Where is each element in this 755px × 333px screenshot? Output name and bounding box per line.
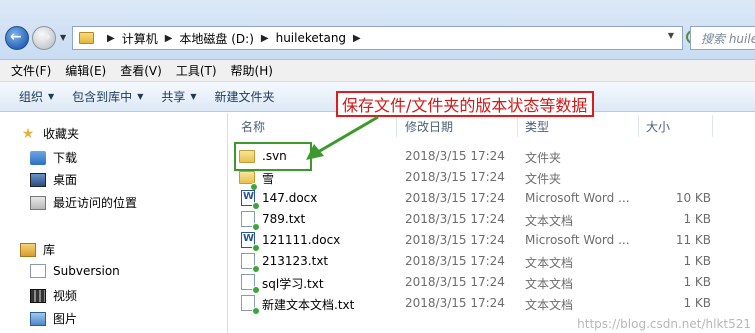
arrow-head (306, 144, 324, 160)
annotation-arrow (306, 115, 379, 160)
arrow-shaft (317, 115, 379, 154)
